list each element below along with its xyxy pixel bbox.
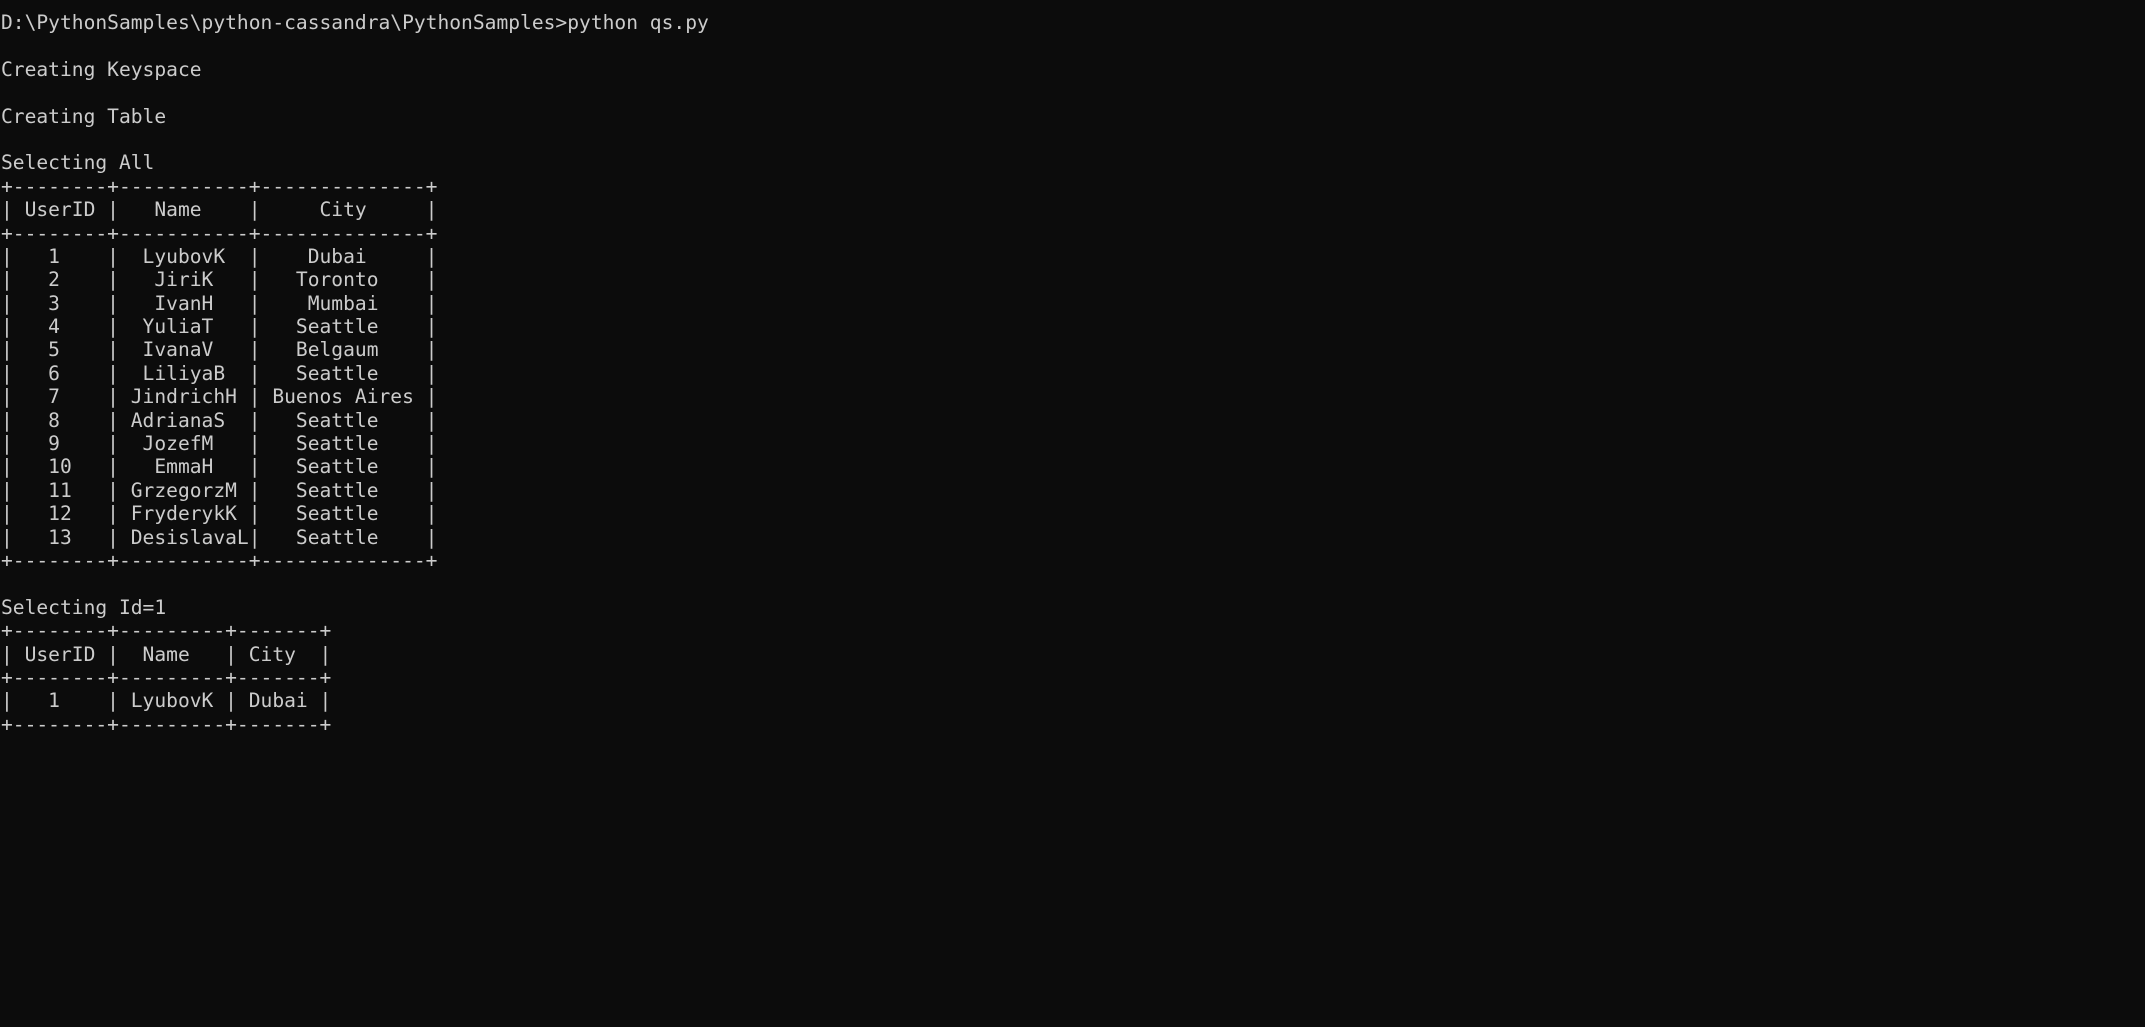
terminal-line-table-rule: +--------+-----------+--------------+ [1, 221, 438, 245]
terminal-line-table-header: | UserID | Name | City | [1, 642, 332, 666]
terminal-line-table-row: | 2 | JiriK | Toronto | [1, 268, 438, 292]
terminal-line-table-row: | 12 | FryderykK | Seattle | [1, 502, 438, 526]
terminal-line-message: Selecting All [1, 151, 155, 175]
terminal-line-message: Creating Keyspace [1, 57, 202, 81]
terminal-line-message: Creating Table [1, 104, 167, 128]
terminal-line-prompt: D:\PythonSamples\python-cassandra\Python… [1, 11, 709, 34]
terminal-line-table-rule: +--------+-----------+--------------+ [1, 174, 438, 198]
terminal-line-table-row: | 10 | EmmaH | Seattle | [1, 455, 438, 479]
terminal-line-table-row: | 7 | JindrichH | Buenos Aires | [1, 385, 438, 409]
terminal-line-table-row: | 5 | IvanaV | Belgaum | [1, 338, 438, 362]
terminal-line-table-rule: +--------+---------+-------+ [1, 712, 332, 736]
terminal-line-table-header: | UserID | Name | City | [1, 198, 438, 222]
terminal-line-message: Selecting Id=1 [1, 595, 167, 619]
terminal-line-table-rule: +--------+---------+-------+ [1, 665, 332, 689]
terminal-line-table-row: | 9 | JozefM | Seattle | [1, 432, 438, 456]
terminal-output-area[interactable]: D:\PythonSamples\python-cassandra\Python… [0, 0, 2145, 1027]
terminal-line-table-row: | 13 | DesislavaL| Seattle | [1, 525, 438, 549]
terminal-line-table-rule: +--------+---------+-------+ [1, 619, 332, 643]
terminal-line-table-row: | 3 | IvanH | Mumbai | [1, 291, 438, 315]
terminal-line-table-row: | 4 | YuliaT | Seattle | [1, 315, 438, 339]
terminal-line-table-row: | 8 | AdrianaS | Seattle | [1, 408, 438, 432]
terminal-line-table-row: | 1 | LyubovK | Dubai | [1, 689, 332, 713]
terminal-line-table-row: | 11 | GrzegorzM | Seattle | [1, 478, 438, 502]
terminal-line-table-row: | 6 | LiliyaB | Seattle | [1, 361, 438, 385]
terminal-line-table-row: | 1 | LyubovK | Dubai | [1, 244, 438, 268]
terminal-line-table-rule: +--------+-----------+--------------+ [1, 548, 438, 572]
